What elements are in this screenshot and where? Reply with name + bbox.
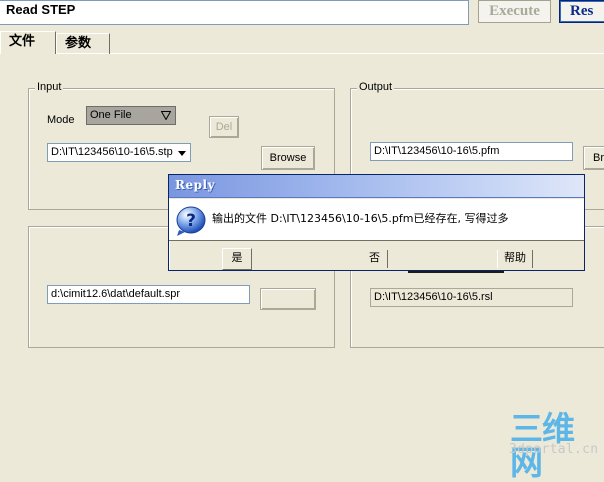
output-group-label: Output: [357, 81, 395, 93]
dialog-message: 输出的文件 D:\IT\123456\10-16\5.pfm已经存在, 写得过多: [212, 212, 509, 225]
dialog-titlebar[interactable]: Reply: [169, 175, 584, 198]
del-button[interactable]: Del: [209, 116, 239, 138]
dialog-title: Reply: [175, 178, 216, 192]
mode-select[interactable]: One File: [86, 106, 176, 125]
chevron-down-icon: [178, 151, 186, 156]
spec-file-path[interactable]: d:\cimit12.6\dat\default.spr: [47, 285, 250, 304]
question-icon: ?: [176, 206, 206, 236]
dialog-body: ? 输出的文件 D:\IT\123456\10-16\5.pfm已经存在, 写得…: [169, 199, 584, 241]
reset-button[interactable]: Res: [559, 0, 604, 23]
mode-select-value: One File: [90, 109, 132, 121]
tab-file[interactable]: 文件: [0, 31, 56, 54]
input-file-path[interactable]: D:\IT\123456\10-16\5.stp: [47, 143, 175, 162]
result-file-path: D:\IT\123456\10-16\5.rsl: [370, 288, 573, 307]
yes-button[interactable]: 是: [224, 250, 250, 268]
app-title: Read STEP: [6, 2, 76, 17]
input-browse-button[interactable]: Browse: [261, 146, 315, 170]
watermark-url: 3dportal.cn: [509, 442, 599, 457]
svg-text:?: ?: [186, 211, 196, 231]
file-path-dropdown[interactable]: [174, 143, 191, 162]
spec-browse-button[interactable]: [260, 288, 316, 310]
triangle-down-icon: [161, 111, 171, 120]
mode-label: Mode: [47, 114, 75, 126]
tab-params[interactable]: 参数: [56, 33, 110, 54]
title-field: Read STEP: [0, 0, 469, 25]
no-button[interactable]: 否: [362, 250, 388, 268]
reply-dialog: Reply ? 输出的文件 D:\IT\123456\10-16\5.pfm已经…: [168, 174, 585, 271]
output-browse-button[interactable]: Br: [583, 146, 604, 170]
output-file-path[interactable]: D:\IT\123456\10-16\5.pfm: [370, 142, 573, 161]
execute-button[interactable]: Execute: [478, 0, 551, 23]
input-group-label: Input: [35, 81, 64, 93]
help-button[interactable]: 帮助: [497, 250, 533, 268]
